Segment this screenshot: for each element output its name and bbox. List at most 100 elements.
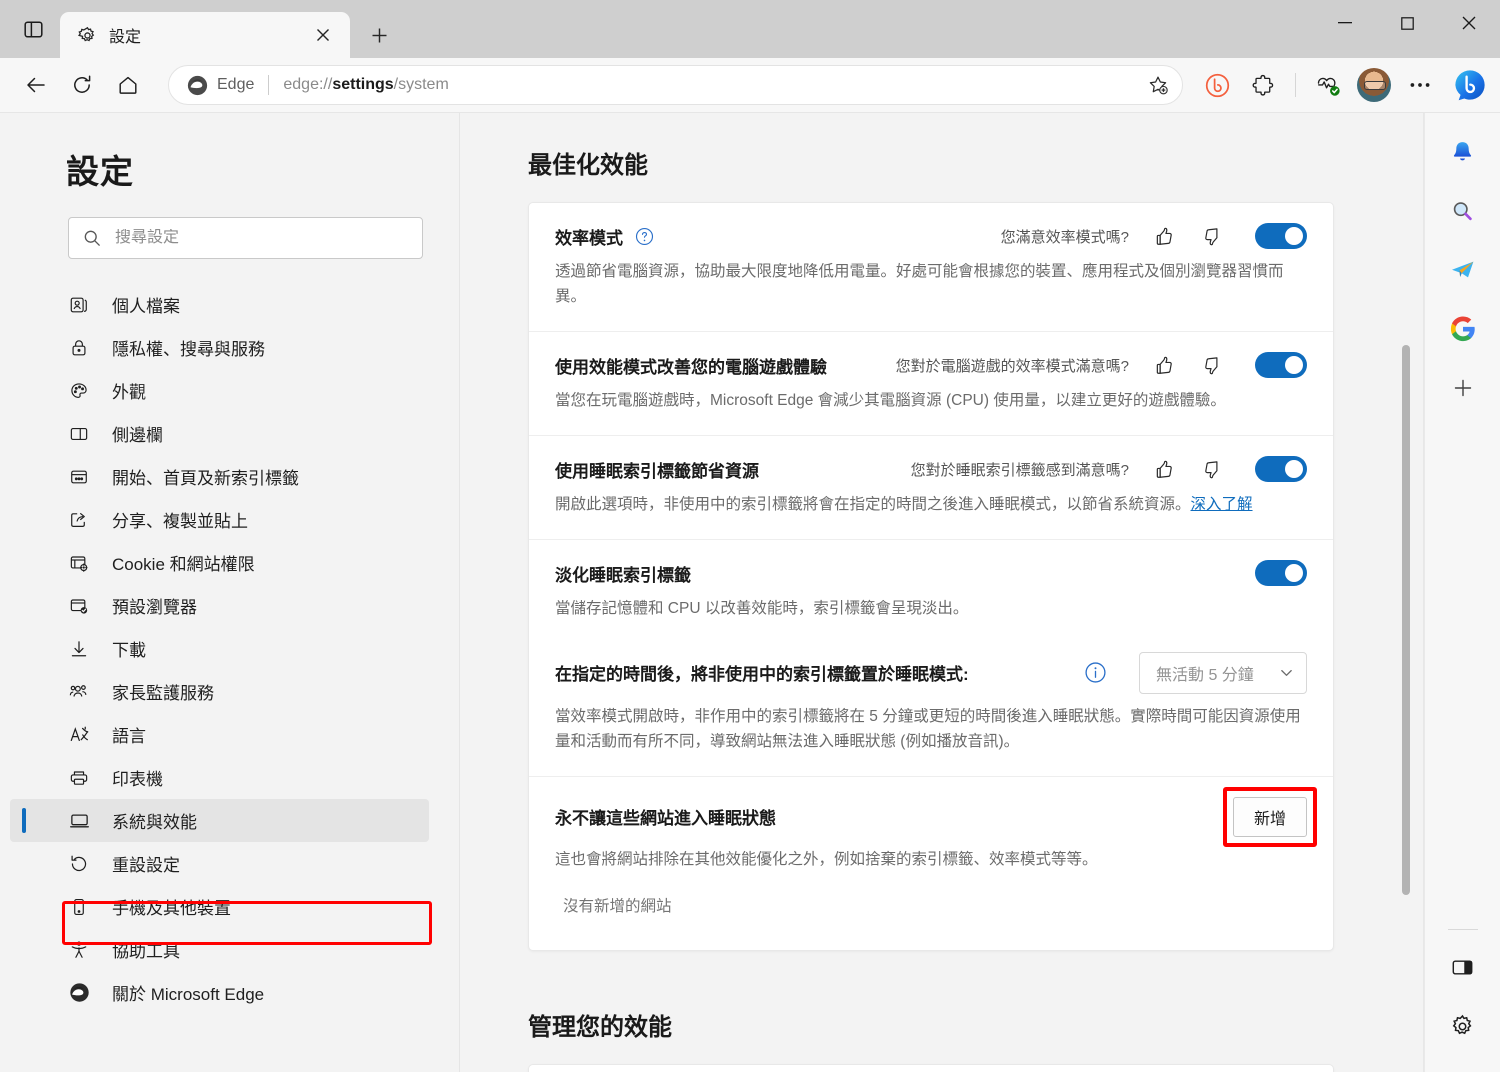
setting-row-fade-sleeping-tabs: 淡化睡眠索引標籤 當儲存記憶體和 CPU 以改善效能時，索引標籤會呈現淡出。 在… (529, 540, 1333, 776)
download-icon (68, 638, 90, 660)
settings-content: 最佳化效能 效率模式 您滿意效率模式 (460, 113, 1424, 1072)
thumbs-up-icon[interactable] (1151, 456, 1177, 482)
palette-icon (68, 380, 90, 402)
add-icon[interactable] (1440, 365, 1486, 411)
thumbs-down-icon[interactable] (1199, 352, 1225, 378)
url-bold: settings (332, 76, 393, 93)
sidebar-item-accessibility[interactable]: 協助工具 (0, 928, 459, 971)
setting-description: 當儲存記憶體和 CPU 以改善效能時，索引標籤會呈現淡出。 (555, 596, 1307, 621)
sidebar-item-system-performance[interactable]: 系統與效能 (10, 799, 429, 842)
sidebar-item-reset-settings[interactable]: 重設設定 (0, 842, 459, 885)
setting-title: 使用效能模式改善您的電腦遊戲體驗 (555, 353, 827, 378)
sidebar-item-privacy[interactable]: 隱私權、搜尋與服務 (0, 326, 459, 369)
sidebar-item-printers[interactable]: 印表機 (0, 756, 459, 799)
sidebar-item-family-safety[interactable]: 家長監護服務 (0, 670, 459, 713)
edge-logo-icon (187, 75, 208, 96)
refresh-icon[interactable] (60, 65, 104, 105)
search-input[interactable] (115, 229, 408, 247)
description-text: 開啟此選項時，非使用中的索引標籤將會在指定的時間之後進入睡眠模式，以節省系統資源… (555, 496, 1191, 513)
url-suffix: /system (394, 76, 449, 93)
thumbs-up-icon[interactable] (1151, 223, 1177, 249)
search-magnifier-icon[interactable] (1440, 188, 1486, 234)
learn-more-link[interactable]: 深入了解 (1191, 496, 1253, 513)
settings-gear-icon[interactable] (1440, 1003, 1486, 1049)
newtab-icon (68, 466, 90, 488)
close-window-button[interactable] (1438, 0, 1500, 46)
sidebar-item-label: 外觀 (112, 378, 146, 403)
url-prefix: edge:// (283, 76, 332, 93)
browser-tab[interactable]: 設定 (60, 12, 350, 58)
family-icon (68, 681, 90, 703)
sidebar-item-phone-other-devices[interactable]: 手機及其他裝置 (0, 885, 459, 928)
thumbs-down-icon[interactable] (1199, 223, 1225, 249)
profile-avatar[interactable] (1352, 65, 1396, 105)
edge-logo-icon (68, 982, 90, 1004)
notifications-bell-icon[interactable] (1440, 129, 1486, 175)
sleep-timer-dropdown[interactable]: 無活動 5 分鐘 (1139, 652, 1307, 694)
add-site-button[interactable]: 新增 (1233, 797, 1307, 837)
extensions-icon[interactable] (1241, 65, 1285, 105)
sidebar-item-label: 預設瀏覽器 (112, 593, 197, 618)
sidebar-item-label: 重設設定 (112, 851, 180, 876)
browser-essentials-icon[interactable] (1306, 65, 1350, 105)
url-text: edge://settings/system (283, 76, 1140, 94)
share-icon (68, 509, 90, 531)
sidebar-item-label: 協助工具 (112, 937, 180, 962)
sidebar-item-default-browser[interactable]: 預設瀏覽器 (0, 584, 459, 627)
page-body: 設定 個人檔案 (0, 113, 1500, 1072)
printer-icon (68, 767, 90, 789)
setting-row-never-sleep-sites: 永不讓這些網站進入睡眠狀態 新增 這也會將網站排除在其他效能優化之外，例如捨棄的… (529, 777, 1333, 950)
settings-sidebar: 設定 個人檔案 (0, 113, 460, 1072)
search-settings-box[interactable] (68, 217, 423, 259)
thumbs-up-icon[interactable] (1151, 352, 1177, 378)
sidebar-item-profile[interactable]: 個人檔案 (0, 283, 459, 326)
copilot-bing-icon[interactable] (1450, 65, 1490, 105)
monitor-icon (68, 810, 90, 832)
info-icon[interactable] (1083, 661, 1107, 685)
setting-row-efficiency-mode: 效率模式 您滿意效率模式嗎? (529, 203, 1333, 332)
sidebar-item-label: 系統與效能 (112, 808, 197, 833)
manage-performance-card: 效能偵測器 您對於效能偵測器感到滿意嗎? (528, 1064, 1334, 1072)
cookie-icon (68, 552, 90, 574)
more-options-button[interactable] (1398, 65, 1442, 105)
sidebar-item-appearance[interactable]: 外觀 (0, 369, 459, 412)
toggle-efficiency-mode[interactable] (1255, 223, 1307, 249)
sidebar-item-start-home-newtab[interactable]: 開始、首頁及新索引標籤 (0, 455, 459, 498)
sidebar-item-label: 隱私權、搜尋與服務 (112, 335, 265, 360)
help-icon[interactable] (635, 227, 654, 246)
phone-icon (68, 896, 90, 918)
toggle-sleeping-tabs[interactable] (1255, 456, 1307, 482)
content-scrollbar[interactable] (1402, 345, 1410, 895)
sidebar-item-share-copy-paste[interactable]: 分享、複製並貼上 (0, 498, 459, 541)
minimize-button[interactable] (1314, 0, 1376, 46)
sidebar-item-label: 印表機 (112, 765, 163, 790)
setting-title: 使用睡眠索引標籤節省資源 (555, 457, 759, 482)
new-tab-button[interactable] (364, 20, 394, 50)
close-tab-icon[interactable] (308, 20, 338, 50)
toggle-gaming-performance[interactable] (1255, 352, 1307, 378)
sidebar-item-sidebar[interactable]: 側邊欄 (0, 412, 459, 455)
sidebar-item-label: 語言 (112, 722, 146, 747)
tab-actions-icon[interactable] (10, 6, 56, 52)
sidebar-item-cookies[interactable]: Cookie 和網站權限 (0, 541, 459, 584)
chevron-down-icon (1279, 665, 1294, 680)
reset-icon (68, 853, 90, 875)
home-icon[interactable] (106, 65, 150, 105)
telegram-icon[interactable] (1440, 247, 1486, 293)
maximize-button[interactable] (1376, 0, 1438, 46)
google-icon[interactable] (1440, 306, 1486, 352)
feedback-question: 您滿意效率模式嗎? (1001, 226, 1129, 247)
sidebar-item-downloads[interactable]: 下載 (0, 627, 459, 670)
bing-rewards-icon[interactable] (1195, 65, 1239, 105)
address-bar[interactable]: Edge edge://settings/system (168, 65, 1183, 105)
split-screen-icon[interactable] (1440, 944, 1486, 990)
sidebar-item-label: 手機及其他裝置 (112, 894, 231, 919)
back-arrow-icon[interactable] (14, 65, 58, 105)
add-site-wrapper: 新增 (1233, 797, 1307, 837)
thumbs-down-icon[interactable] (1199, 456, 1225, 482)
toggle-fade-sleeping-tabs[interactable] (1255, 560, 1307, 586)
toolbar-divider (1295, 73, 1296, 97)
sidebar-item-languages[interactable]: 語言 (0, 713, 459, 756)
add-favorite-icon[interactable] (1140, 67, 1176, 103)
sidebar-item-about-edge[interactable]: 關於 Microsoft Edge (0, 971, 459, 1014)
